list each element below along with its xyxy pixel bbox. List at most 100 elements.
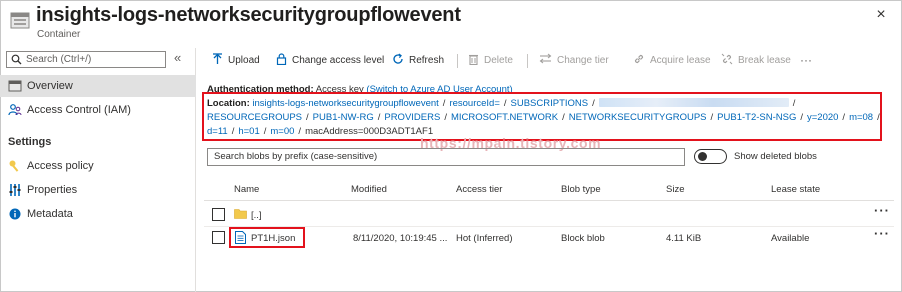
info-icon bbox=[8, 207, 22, 221]
delete-label: Delete bbox=[484, 54, 513, 66]
sidebar-search-placeholder: Search (Ctrl+/) bbox=[26, 54, 92, 65]
acquire-lease-button[interactable]: Acquire lease bbox=[633, 52, 711, 68]
sidebar-item-label: Properties bbox=[27, 184, 78, 196]
upload-button[interactable]: Upload bbox=[212, 52, 260, 68]
location-label: Location: bbox=[207, 98, 250, 109]
show-deleted-toggle[interactable] bbox=[694, 149, 727, 164]
location-segment[interactable]: insights-logs-networksecuritygroupflowev… bbox=[252, 98, 438, 109]
change-tier-button[interactable]: Change tier bbox=[539, 52, 609, 68]
change-tier-label: Change tier bbox=[557, 54, 609, 66]
table-row[interactable]: [..] ··· bbox=[204, 203, 894, 227]
blob-name-highlight-box bbox=[229, 227, 305, 248]
more-commands-button[interactable]: ··· bbox=[800, 52, 812, 68]
toolbar-divider bbox=[457, 54, 458, 68]
blob-type: Block blob bbox=[561, 233, 605, 244]
location-segment[interactable]: NETWORKSECURITYGROUPS bbox=[569, 112, 707, 123]
path-separator: / bbox=[562, 112, 565, 123]
column-header-size[interactable]: Size bbox=[666, 184, 684, 195]
acquire-lease-label: Acquire lease bbox=[650, 54, 711, 66]
location-segment[interactable]: PUB1-NW-RG bbox=[313, 112, 374, 123]
refresh-icon bbox=[392, 52, 409, 68]
show-deleted-label: Show deleted blobs bbox=[734, 151, 817, 162]
row-checkbox[interactable] bbox=[212, 231, 225, 244]
sidebar-item-label: Access policy bbox=[27, 160, 94, 172]
sidebar-search-input[interactable]: Search (Ctrl+/) bbox=[6, 51, 166, 68]
sidebar-section-settings: Settings bbox=[8, 136, 52, 148]
collapse-sidebar-icon[interactable]: « bbox=[174, 50, 181, 65]
sidebar-item-access-control[interactable]: Access Control (IAM) bbox=[0, 99, 196, 121]
close-icon[interactable]: × bbox=[874, 7, 888, 23]
sidebar-item-overview[interactable]: Overview bbox=[0, 75, 196, 97]
location-segment[interactable]: PUB1-T2-SN-NSG bbox=[717, 112, 796, 123]
break-lease-button[interactable]: Break lease bbox=[721, 52, 791, 68]
change-access-level-button[interactable]: Change access level bbox=[276, 52, 384, 68]
location-line: Location: insights-logs-networksecurityg… bbox=[207, 98, 799, 109]
location-segment[interactable]: h=01 bbox=[238, 126, 259, 137]
change-tier-icon bbox=[539, 53, 557, 67]
path-separator: / bbox=[842, 112, 846, 123]
path-separator: / bbox=[444, 112, 447, 123]
column-header-access-tier[interactable]: Access tier bbox=[456, 184, 502, 195]
blob-search-placeholder: Search blobs by prefix (case-sensitive) bbox=[214, 151, 378, 162]
path-separator: / bbox=[306, 112, 309, 123]
location-segment[interactable]: PROVIDERS bbox=[384, 112, 440, 123]
sidebar-item-label: Access Control (IAM) bbox=[27, 104, 131, 116]
search-icon bbox=[11, 54, 22, 68]
container-icon bbox=[8, 79, 22, 93]
location-segment[interactable]: resourceId= bbox=[449, 98, 499, 109]
sidebar-item-metadata[interactable]: Metadata bbox=[0, 203, 196, 225]
blob-modified: 8/11/2020, 10:19:45 ... bbox=[353, 233, 448, 244]
page-title: insights-logs-networksecuritygroupflowev… bbox=[36, 4, 461, 26]
location-segment[interactable]: MICROSOFT.NETWORK bbox=[451, 112, 558, 123]
container-icon bbox=[10, 10, 30, 30]
row-more-actions-button[interactable]: ··· bbox=[874, 203, 890, 218]
path-separator: / bbox=[592, 98, 595, 109]
row-more-actions-button[interactable]: ··· bbox=[874, 226, 890, 241]
location-segment[interactable]: m=00 bbox=[270, 126, 294, 137]
key-icon bbox=[8, 159, 22, 173]
column-header-blob-type[interactable]: Blob type bbox=[561, 184, 601, 195]
location-segment[interactable]: d=11 bbox=[207, 126, 228, 137]
header-divider bbox=[204, 200, 894, 201]
sidebar-item-label: Overview bbox=[27, 80, 73, 92]
change-access-level-label: Change access level bbox=[292, 54, 385, 66]
path-separator: / bbox=[877, 112, 880, 123]
column-header-modified[interactable]: Modified bbox=[351, 184, 387, 195]
location-segment[interactable]: m=08 bbox=[849, 112, 873, 123]
location-segment[interactable]: RESOURCEGROUPS bbox=[207, 112, 302, 123]
table-row[interactable]: PT1H.json 8/11/2020, 10:19:45 ... Hot (I… bbox=[204, 226, 894, 250]
redacted-subscription-id bbox=[598, 98, 789, 107]
column-header-name[interactable]: Name bbox=[234, 184, 259, 195]
broken-link-icon bbox=[721, 53, 738, 68]
path-separator: / bbox=[800, 112, 803, 123]
location-segment[interactable]: y=2020 bbox=[807, 112, 838, 123]
blob-size: 4.11 KiB bbox=[666, 233, 702, 244]
path-separator: / bbox=[503, 98, 507, 109]
upload-icon bbox=[212, 52, 228, 68]
toolbar-divider bbox=[527, 54, 528, 68]
blob-name-link[interactable]: [..] bbox=[251, 210, 262, 221]
location-line: d=11/h=01/m=00/macAddress=000D3ADT1AF1 bbox=[207, 126, 433, 137]
refresh-button[interactable]: Refresh bbox=[392, 52, 444, 68]
folder-icon bbox=[234, 208, 247, 222]
upload-label: Upload bbox=[228, 54, 260, 66]
toggle-knob bbox=[698, 152, 707, 161]
command-bar: Upload Change access level Refresh Delet… bbox=[204, 48, 894, 72]
path-separator: / bbox=[710, 112, 714, 123]
path-separator: / bbox=[377, 112, 381, 123]
blade-header: insights-logs-networksecuritygroupflowev… bbox=[0, 0, 900, 44]
blob-lease-state: Available bbox=[771, 233, 810, 244]
delete-button[interactable]: Delete bbox=[468, 52, 513, 68]
break-lease-label: Break lease bbox=[738, 54, 791, 66]
location-segment[interactable]: SUBSCRIPTIONS bbox=[511, 98, 589, 109]
sidebar-item-access-policy[interactable]: Access policy bbox=[0, 155, 196, 177]
location-line: RESOURCEGROUPS / PUB1-NW-RG / PROVIDERS / MICR… bbox=[207, 112, 884, 123]
sidebar-item-properties[interactable]: Properties bbox=[0, 179, 196, 201]
row-checkbox[interactable] bbox=[212, 208, 225, 221]
link-icon bbox=[633, 53, 650, 68]
blob-search-input[interactable]: Search blobs by prefix (case-sensitive) bbox=[207, 148, 685, 166]
trash-icon bbox=[468, 53, 484, 68]
refresh-label: Refresh bbox=[409, 54, 445, 66]
column-header-lease-state[interactable]: Lease state bbox=[771, 184, 820, 195]
path-separator: / bbox=[298, 126, 302, 137]
